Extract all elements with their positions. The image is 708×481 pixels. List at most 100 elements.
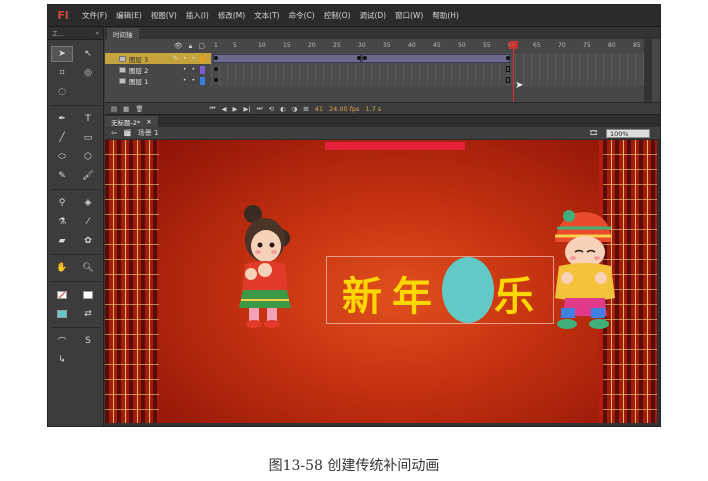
loop-icon[interactable]: ⟲ <box>269 105 274 113</box>
frame-rate[interactable]: 24.00 fps <box>329 105 359 113</box>
frame-ruler[interactable]: 1 5 10 15 20 25 30 35 40 45 50 55 60 65 … <box>211 41 651 51</box>
paint-bucket-tool-icon[interactable]: ◈ <box>77 195 99 211</box>
3d-rotation-tool-icon[interactable]: ◎ <box>77 65 99 81</box>
text-tool-icon[interactable]: T <box>77 111 99 127</box>
new-folder-icon[interactable]: ▦ <box>123 105 129 113</box>
close-icon[interactable]: ✕ <box>146 118 151 126</box>
visibility-dot-icon[interactable]: • <box>183 77 187 85</box>
timeline-vscroll[interactable] <box>644 27 652 103</box>
menu-window[interactable]: 窗口(W) <box>395 10 423 21</box>
tab-timeline[interactable]: 时间轴 <box>107 28 139 39</box>
play-icon[interactable]: ▶ <box>232 105 237 113</box>
edit-scene-icon[interactable]: 🎞︎ <box>589 129 598 137</box>
layer-row-2[interactable]: 图层 2 • • <box>105 64 651 75</box>
lock-dot-icon[interactable]: • <box>191 77 195 85</box>
bone-tool-icon[interactable]: ⚲ <box>51 195 73 211</box>
stage-vscroll[interactable] <box>657 140 660 426</box>
straighten-icon[interactable]: ↳ <box>51 352 73 368</box>
back-arrow-icon[interactable]: ⇦ <box>111 129 117 137</box>
delete-layer-icon[interactable]: 🗑︎ <box>135 105 143 113</box>
fill-color-swatch[interactable] <box>51 306 73 322</box>
menu-commands[interactable]: 命令(C) <box>289 10 315 21</box>
keyframe[interactable] <box>363 56 367 60</box>
hand-tool-icon[interactable]: ✋ <box>51 260 73 276</box>
menu-insert[interactable]: 插入(I) <box>186 10 209 21</box>
zoom-tool-icon[interactable]: 🔍︎ <box>77 260 99 276</box>
onion-outline-icon[interactable]: ◑ <box>292 105 298 113</box>
go-last-frame-icon[interactable]: ⏭ <box>257 104 263 113</box>
menu-modify[interactable]: 修改(M) <box>218 10 245 21</box>
tween-span[interactable] <box>362 54 510 63</box>
stroke-color-icon[interactable] <box>51 287 73 303</box>
tween-span[interactable] <box>213 54 361 63</box>
deco-tool-icon[interactable]: ✿ <box>77 233 99 249</box>
playhead[interactable] <box>513 41 514 103</box>
current-frame[interactable]: 41 <box>315 105 323 113</box>
edit-multiple-frames-icon[interactable]: ⊞ <box>303 105 308 113</box>
outline-all-icon[interactable]: ▢ <box>198 42 205 50</box>
swap-colors-icon[interactable]: ⇄ <box>77 306 99 322</box>
snap-to-objects-icon[interactable]: ⌒ <box>51 333 73 349</box>
layer-frames[interactable] <box>211 64 651 75</box>
pen-tool-icon[interactable]: ✒ <box>51 111 73 127</box>
menu-text[interactable]: 文本(T) <box>254 10 279 21</box>
menu-view[interactable]: 视图(V) <box>151 10 177 21</box>
layer-row-1[interactable]: 图层 1 • • <box>105 75 651 86</box>
layer-row-3[interactable]: 图层 3 ✎ • • <box>105 53 651 64</box>
eyedropper-tool-icon[interactable]: ⁄ <box>77 214 99 230</box>
eraser-tool-icon[interactable]: ▰ <box>51 233 73 249</box>
keyframe[interactable] <box>357 56 361 60</box>
keyframe[interactable] <box>214 67 218 71</box>
step-back-icon[interactable]: ◀ <box>221 105 226 113</box>
free-transform-tool-icon[interactable]: ⌗ <box>51 65 73 81</box>
visibility-dot-icon[interactable]: • <box>183 55 187 63</box>
smooth-icon[interactable]: S <box>77 333 99 349</box>
scene-name[interactable]: 场景 1 <box>138 128 159 138</box>
layer-color-box[interactable] <box>200 76 205 85</box>
layer-frames[interactable] <box>211 75 651 86</box>
subselection-tool-icon[interactable]: ↖ <box>77 46 99 62</box>
show-hide-all-icon[interactable]: 👁︎ <box>174 42 183 50</box>
layer-frames[interactable] <box>211 53 651 64</box>
greeting-text[interactable]: 新 年 乐 <box>337 264 539 322</box>
step-forward-icon[interactable]: ▶| <box>243 105 250 113</box>
menu-edit[interactable]: 编辑(E) <box>116 10 142 21</box>
menu-control[interactable]: 控制(O) <box>324 10 351 21</box>
stage-hscroll[interactable] <box>105 423 657 426</box>
layer-color-box[interactable] <box>200 65 205 74</box>
stage[interactable]: 新 年 乐 <box>105 140 657 423</box>
new-layer-icon[interactable]: ▤ <box>111 105 117 113</box>
rectangle-tool-icon[interactable]: ▭ <box>77 130 99 146</box>
lasso-tool-icon[interactable]: ◌ <box>51 84 73 100</box>
menu-help[interactable]: 帮助(H) <box>432 10 459 21</box>
girl-doll-image[interactable] <box>233 200 295 330</box>
menu-debug[interactable]: 调试(D) <box>359 10 386 21</box>
line-tool-icon[interactable]: ╱ <box>51 130 73 146</box>
selection-tool-icon[interactable]: ➤ <box>51 46 73 62</box>
lock-dot-icon[interactable]: • <box>191 66 195 74</box>
stroke-color-swatch[interactable] <box>77 287 99 303</box>
oval-tool-icon[interactable]: ⬭ <box>51 149 73 165</box>
keyframe[interactable] <box>214 56 218 60</box>
brush-tool-icon[interactable]: 🖌 <box>77 168 99 184</box>
polystar-tool-icon[interactable]: ⬡ <box>77 149 99 165</box>
end-frame[interactable] <box>506 66 510 72</box>
tab-document[interactable]: 无标题-2* ✕ <box>105 116 158 127</box>
keyframe[interactable] <box>214 78 218 82</box>
lock-dot-icon[interactable]: • <box>191 55 195 63</box>
zoom-select[interactable]: 100% <box>606 129 650 138</box>
lock-all-icon[interactable]: 🔒︎ <box>189 42 193 51</box>
layer-color-box[interactable] <box>200 54 205 63</box>
boy-doll-image[interactable] <box>545 208 621 334</box>
go-first-frame-icon[interactable]: ⏮ <box>210 104 216 113</box>
left-decorative-border <box>105 140 159 423</box>
pencil-tool-icon[interactable]: ✎ <box>51 168 73 184</box>
ink-bottle-tool-icon[interactable]: ⚗ <box>51 214 73 230</box>
menu-file[interactable]: 文件(F) <box>82 10 107 21</box>
end-frame[interactable] <box>506 77 510 83</box>
collapse-icon[interactable]: « <box>95 30 99 37</box>
cyan-shape[interactable] <box>442 257 494 323</box>
onion-skin-icon[interactable]: ◐ <box>280 105 286 113</box>
visibility-dot-icon[interactable]: • <box>183 66 187 74</box>
keyframe[interactable] <box>506 56 510 60</box>
